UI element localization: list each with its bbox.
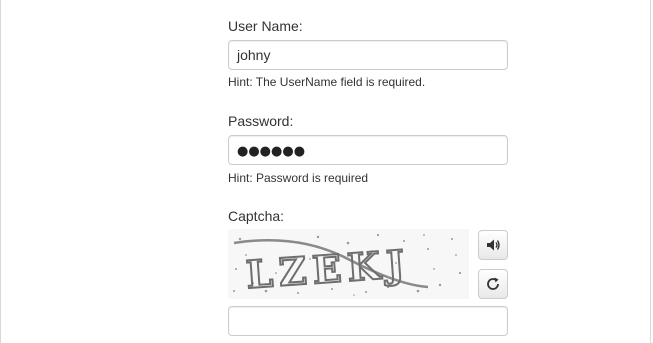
refresh-icon bbox=[487, 277, 499, 290]
captcha-label: Captcha: bbox=[228, 208, 285, 224]
captcha-refresh-button[interactable] bbox=[478, 269, 508, 299]
captcha-graphic: LZEKJ bbox=[228, 229, 469, 299]
username-hint: Hint: The UserName field is required. bbox=[228, 75, 426, 89]
password-label: Password: bbox=[228, 113, 294, 129]
password-input[interactable]: ●●●●●● bbox=[228, 135, 508, 165]
page-frame: User Name: johny Hint: The UserName fiel… bbox=[0, 0, 651, 343]
captcha-input[interactable] bbox=[228, 306, 508, 336]
captcha-image: LZEKJ bbox=[228, 229, 469, 299]
username-value: johny bbox=[237, 47, 271, 63]
username-label: User Name: bbox=[228, 18, 303, 34]
password-hint: Hint: Password is required bbox=[228, 171, 369, 185]
password-masked-value: ●●●●●● bbox=[237, 144, 306, 159]
captcha-audio-button[interactable] bbox=[478, 230, 508, 260]
username-input[interactable]: johny bbox=[228, 40, 508, 70]
speaker-icon bbox=[487, 239, 500, 251]
